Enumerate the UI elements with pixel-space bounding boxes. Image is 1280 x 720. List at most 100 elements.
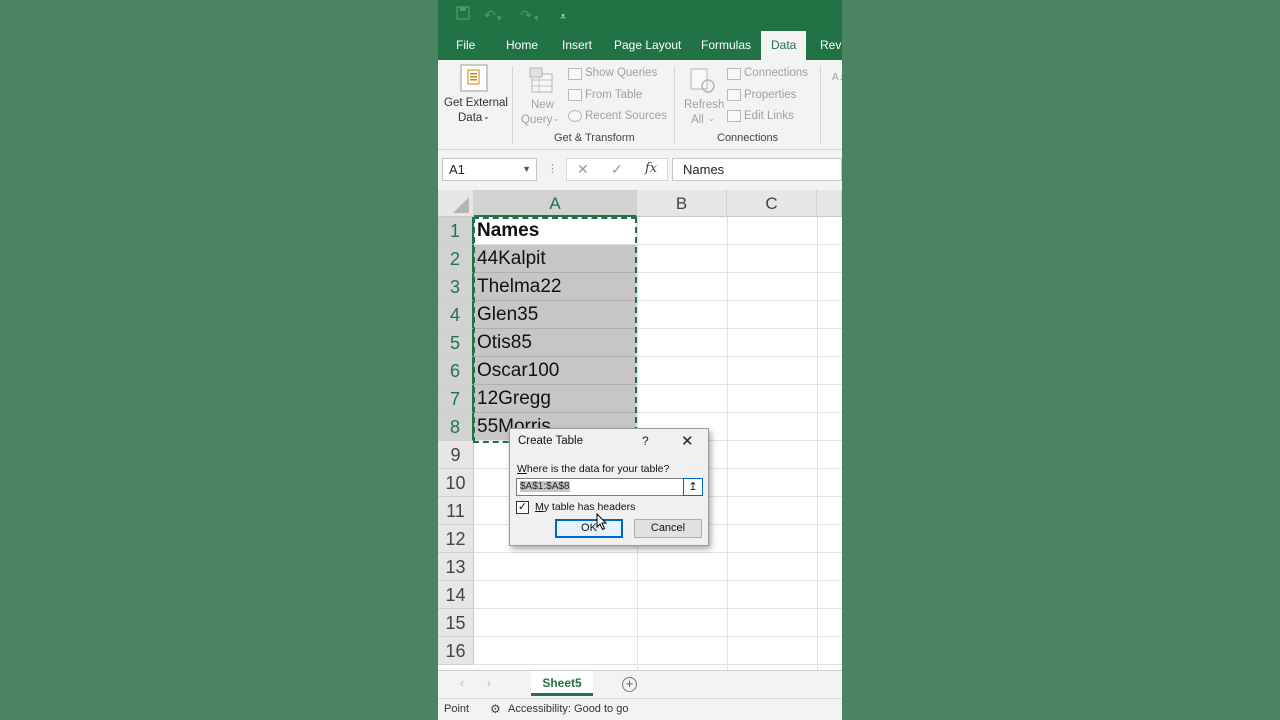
ok-button[interactable]: OK <box>555 519 623 538</box>
range-input[interactable]: $A$1:$A$8 <box>516 478 684 496</box>
chevron-down-icon: ⌄ <box>708 114 715 123</box>
range-prompt-text: here is the data for your table? <box>526 463 670 475</box>
name-box[interactable]: A1 ▼ <box>442 158 537 181</box>
get-external-data-label-1[interactable]: Get External <box>444 97 508 109</box>
tab-data[interactable]: Data <box>761 31 807 60</box>
dialog-title: Create Table <box>518 435 583 447</box>
from-table-icon <box>568 89 582 101</box>
select-all-corner[interactable] <box>438 190 474 217</box>
chevron-down-icon[interactable]: ▼ <box>522 159 531 180</box>
row-header[interactable]: 12 <box>438 525 474 553</box>
chevron-down-icon: ⌄ <box>483 112 490 121</box>
ribbon-separator <box>820 66 821 144</box>
headers-checkbox-label[interactable]: My table has headers <box>535 501 635 513</box>
access-key: M <box>535 501 544 513</box>
refresh-all-label-1[interactable]: Refresh <box>684 99 724 111</box>
row-header[interactable]: 7 <box>438 385 474 413</box>
tab-formulas[interactable]: Formulas <box>701 31 751 60</box>
cancel-button[interactable]: Cancel <box>634 519 702 538</box>
row-header[interactable]: 16 <box>438 637 474 665</box>
create-table-dialog: Create Table ? ✕ Where is the data for y… <box>509 428 709 546</box>
recent-sources-button[interactable]: Recent Sources <box>585 110 667 122</box>
title-bar: ↶ ▾ ↷ ▾ ⩡ <box>438 0 842 31</box>
ribbon-separator <box>674 66 675 144</box>
close-icon[interactable]: ✕ <box>681 432 694 450</box>
prev-sheet-icon[interactable]: ‹ <box>460 676 464 690</box>
new-query-label-2[interactable]: Query <box>521 114 552 126</box>
row-header[interactable]: 3 <box>438 273 474 301</box>
tab-file[interactable]: File <box>456 31 475 60</box>
row-header[interactable]: 6 <box>438 357 474 385</box>
row-header[interactable]: 13 <box>438 553 474 581</box>
sheet-tab-bar: ‹ › Sheet5 + <box>438 670 842 698</box>
accessibility-status[interactable]: Accessibility: Good to go <box>508 703 628 715</box>
row-header[interactable]: 10 <box>438 469 474 497</box>
column-header-d[interactable] <box>817 190 842 217</box>
tab-insert[interactable]: Insert <box>562 31 592 60</box>
get-external-data-icon <box>459 64 489 92</box>
status-mode: Point <box>444 703 470 715</box>
new-query-icon <box>528 66 558 96</box>
add-sheet-icon[interactable]: + <box>622 677 637 692</box>
redo-dropdown-icon[interactable]: ▾ <box>534 9 539 27</box>
row-header[interactable]: 2 <box>438 245 474 273</box>
mouse-pointer-icon <box>596 513 608 531</box>
save-icon[interactable] <box>456 6 470 24</box>
show-queries-icon <box>568 68 582 80</box>
column-header-a[interactable]: A <box>474 190 637 217</box>
enter-icon[interactable]: ✓ <box>611 161 623 178</box>
redo-icon[interactable]: ↷ <box>520 6 532 24</box>
collapse-dialog-icon[interactable]: ↥ <box>683 478 703 496</box>
get-transform-group-label: Get & Transform <box>554 132 635 144</box>
insert-function-icon[interactable]: fx <box>645 161 657 176</box>
row-header[interactable]: 14 <box>438 581 474 609</box>
tab-review[interactable]: Revi <box>820 31 842 60</box>
sheet-tab-active[interactable]: Sheet5 <box>531 671 593 696</box>
row-header[interactable]: 4 <box>438 301 474 329</box>
properties-button[interactable]: Properties <box>744 89 796 101</box>
row-header[interactable]: 1 <box>438 217 474 245</box>
chevron-down-icon: ⌄ <box>553 114 560 123</box>
row-header[interactable]: 15 <box>438 609 474 637</box>
cancel-icon[interactable]: ✕ <box>577 161 589 178</box>
row-header[interactable]: 8 <box>438 413 474 441</box>
properties-icon <box>727 89 741 101</box>
access-key: W <box>517 463 527 475</box>
row-header[interactable]: 5 <box>438 329 474 357</box>
ribbon-separator <box>512 66 513 144</box>
refresh-all-icon <box>688 66 718 96</box>
headers-checkbox-text: y table has headers <box>543 501 636 513</box>
headers-checkbox[interactable]: ✓ <box>516 501 529 514</box>
row-header[interactable]: 9 <box>438 441 474 469</box>
tab-home[interactable]: Home <box>506 31 538 60</box>
connections-icon <box>727 68 741 80</box>
undo-icon[interactable]: ↶ <box>484 6 496 24</box>
row-header[interactable]: 11 <box>438 497 474 525</box>
show-queries-button[interactable]: Show Queries <box>585 67 657 79</box>
get-external-data-label-2[interactable]: Data <box>458 112 482 124</box>
range-prompt-label: Where is the data for your table? <box>517 463 669 475</box>
column-header-c[interactable]: C <box>727 190 817 217</box>
edit-links-button[interactable]: Edit Links <box>744 110 794 122</box>
tab-page-layout[interactable]: Page Layout <box>614 31 681 60</box>
undo-dropdown-icon[interactable]: ▾ <box>497 9 502 27</box>
help-icon[interactable]: ? <box>642 434 649 448</box>
sort-az-icon[interactable]: A↓ <box>832 72 842 83</box>
refresh-all-label-2[interactable]: All <box>691 114 704 126</box>
next-sheet-icon[interactable]: › <box>487 676 491 690</box>
recent-sources-icon <box>568 110 582 122</box>
range-value: $A$1:$A$8 <box>520 481 570 492</box>
column-header-b[interactable]: B <box>637 190 727 217</box>
excel-window: ↶ ▾ ↷ ▾ ⩡ File Home Insert Page Layout F… <box>438 0 842 720</box>
formula-bar-grip-icon: ⋮ <box>547 163 558 175</box>
from-table-button[interactable]: From Table <box>585 89 642 101</box>
customize-qat-icon[interactable]: ⩡ <box>560 8 566 26</box>
connections-group-label: Connections <box>717 132 779 144</box>
new-query-label-1[interactable]: New <box>531 99 554 111</box>
accessibility-icon[interactable]: ⚙ <box>490 702 501 716</box>
formula-input[interactable]: Names <box>672 158 842 181</box>
ribbon: Get External Data ⌄ New Query ⌄ Show Que… <box>438 60 842 150</box>
select-all-icon <box>453 197 469 213</box>
name-box-value: A1 <box>449 162 465 177</box>
connections-button[interactable]: Connections <box>744 67 808 79</box>
